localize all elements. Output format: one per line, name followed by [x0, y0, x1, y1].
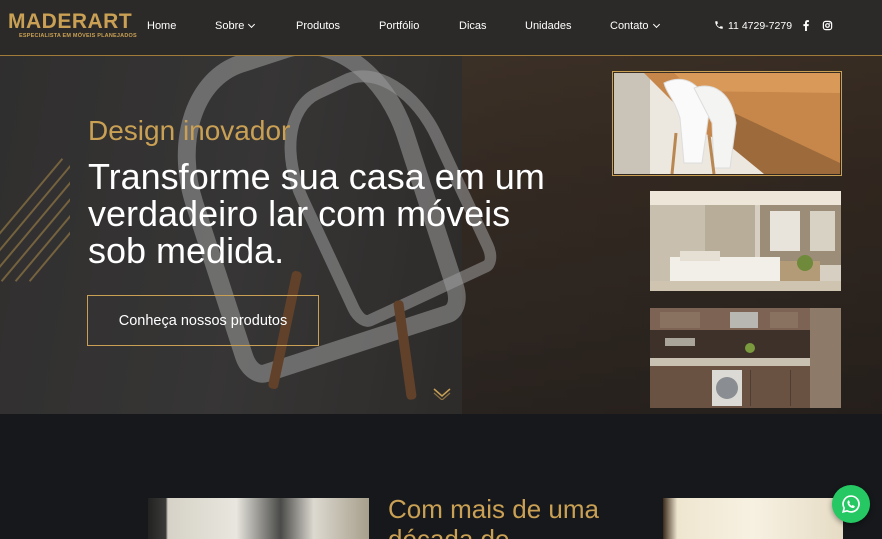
about-section: Com mais de uma década de — [0, 414, 882, 539]
about-image-left — [148, 498, 369, 539]
nav-portfolio[interactable]: Portfólio — [379, 20, 419, 32]
nav-produtos[interactable]: Produtos — [296, 20, 340, 32]
instagram-icon[interactable] — [822, 20, 833, 34]
thumbnail-desk[interactable] — [612, 71, 842, 176]
decorative-stripes — [0, 150, 70, 290]
products-cta-button[interactable]: Conheça nossos produtos — [87, 295, 319, 346]
phone-icon — [715, 21, 723, 29]
phone-number: 11 4729-7279 — [728, 20, 793, 32]
site-header: MADERART ESPECIALISTA EM MÓVEIS PLANEJAD… — [0, 0, 882, 56]
facebook-icon[interactable] — [802, 20, 810, 34]
hero-eyebrow: Design inovador — [88, 115, 291, 146]
about-image-right — [663, 498, 843, 539]
hero-headline: Transforme sua casa em um verdadeiro lar… — [88, 156, 545, 271]
phone-link[interactable]: 11 4729-7279 — [714, 20, 792, 32]
scroll-down-chevron-icon[interactable] — [432, 386, 452, 400]
logo-tagline: ESPECIALISTA EM MÓVEIS PLANEJADOS — [19, 33, 137, 39]
logo[interactable]: MADERART — [8, 10, 132, 34]
whatsapp-button[interactable] — [832, 485, 870, 523]
thumbnail-bedroom[interactable] — [650, 191, 841, 291]
whatsapp-icon — [842, 495, 860, 513]
chevron-down-icon — [248, 20, 256, 29]
nav-home[interactable]: Home — [147, 20, 176, 32]
nav-dicas[interactable]: Dicas — [459, 20, 487, 32]
nav-contato[interactable]: Contato — [610, 20, 660, 32]
nav-sobre[interactable]: Sobre — [215, 20, 256, 32]
about-title: Com mais de uma década de — [388, 494, 599, 539]
nav-unidades[interactable]: Unidades — [525, 20, 571, 32]
thumbnail-kitchen[interactable] — [650, 308, 841, 408]
decorative-line — [0, 523, 25, 539]
chevron-down-icon — [652, 20, 660, 29]
